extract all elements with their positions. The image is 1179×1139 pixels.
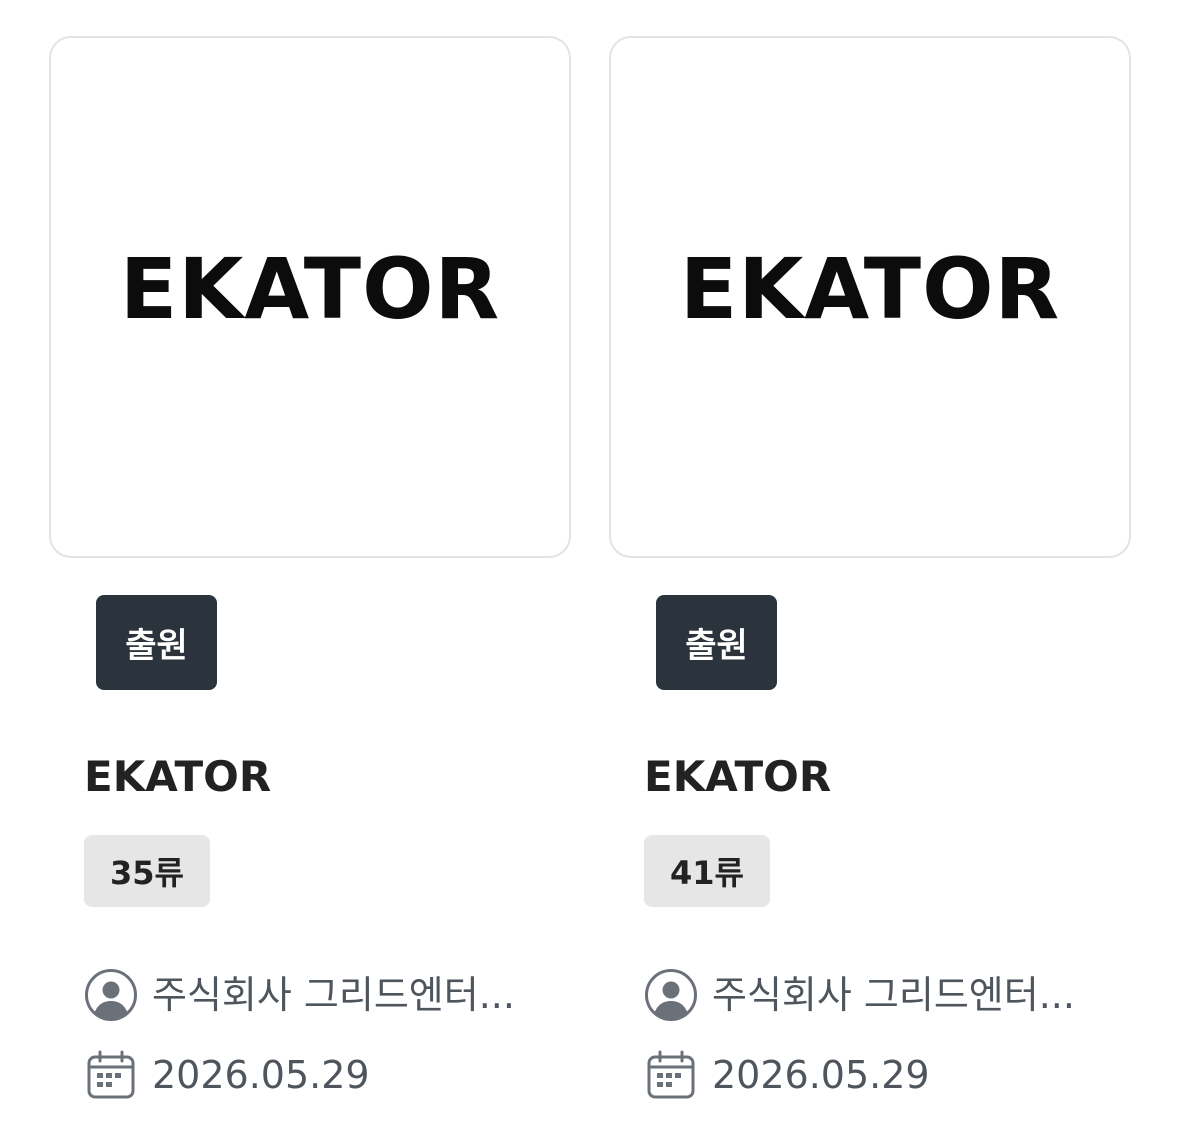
trademark-card[interactable]: EKATOR 출원 EKATOR 35류 주식회사 그리드엔터... 2026.… [49, 36, 571, 1136]
trademark-thumbnail[interactable]: EKATOR [609, 36, 1131, 558]
applicant-row: 주식회사 그리드엔터... [644, 968, 1075, 1022]
status-badge: 출원 [656, 595, 777, 690]
trademark-logo-text: EKATOR [119, 240, 501, 338]
trademark-card[interactable]: EKATOR 출원 EKATOR 41류 주식회사 그리드엔터... 2026.… [609, 36, 1131, 1136]
class-badge: 41류 [644, 835, 770, 907]
date-row: 2026.05.29 [84, 1048, 370, 1102]
trademark-title[interactable]: EKATOR [84, 749, 271, 805]
trademark-logo-text: EKATOR [679, 240, 1061, 338]
date-row: 2026.05.29 [644, 1048, 930, 1102]
date-value: 2026.05.29 [712, 1053, 930, 1097]
date-value: 2026.05.29 [152, 1053, 370, 1097]
trademark-thumbnail[interactable]: EKATOR [49, 36, 571, 558]
trademark-title[interactable]: EKATOR [644, 749, 831, 805]
class-badge: 35류 [84, 835, 210, 907]
applicant-name: 주식회사 그리드엔터... [152, 973, 515, 1017]
applicant-row: 주식회사 그리드엔터... [84, 968, 515, 1022]
user-circle-icon [645, 969, 697, 1021]
status-badge: 출원 [96, 595, 217, 690]
applicant-name: 주식회사 그리드엔터... [712, 973, 1075, 1017]
calendar-icon [647, 1050, 695, 1099]
calendar-icon [87, 1050, 135, 1099]
user-circle-icon [85, 969, 137, 1021]
